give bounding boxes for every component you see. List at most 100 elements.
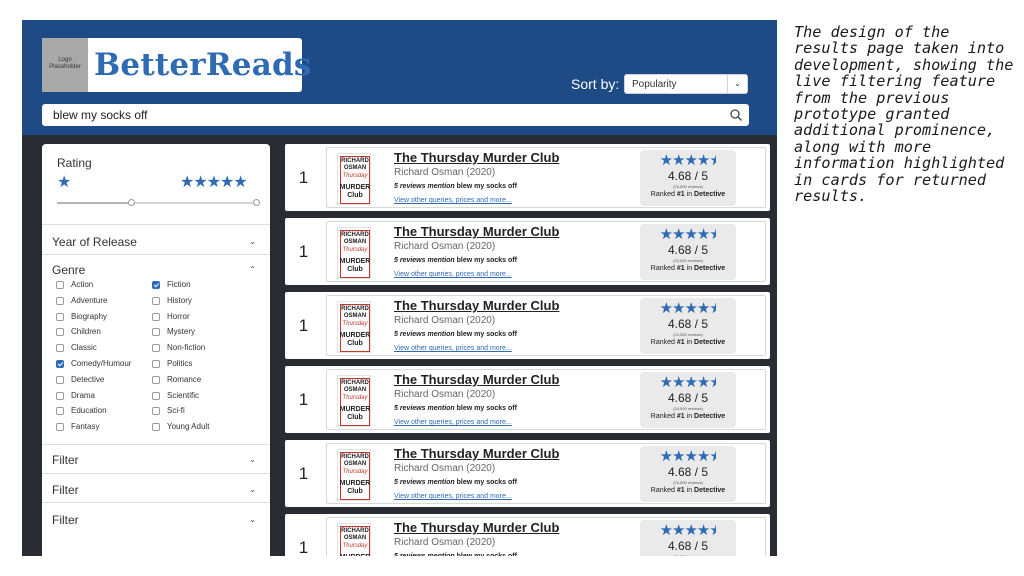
checkbox[interactable]	[56, 359, 64, 368]
section-filter[interactable]: Filter	[52, 453, 79, 467]
result-card[interactable]: 1 RICHARD OSMAN Thursday MURDER Club The Thu…	[285, 218, 770, 285]
view-more-link[interactable]: View other queries, prices and more...	[394, 493, 512, 500]
review-mention: 5 reviews mention blew my socks off	[394, 405, 517, 412]
genre-list-left: Action Adventure Biography Children Classic C…	[56, 280, 131, 438]
genre-checkbox-item[interactable]: Detective	[56, 375, 131, 391]
view-more-link[interactable]: View other queries, prices and more...	[394, 271, 512, 278]
rank-prefix: Ranked	[650, 413, 675, 420]
checkbox[interactable]	[152, 296, 160, 305]
genre-label: Politics	[167, 358, 193, 368]
section-filter[interactable]: Filter	[52, 513, 79, 527]
genre-checkbox-item[interactable]: Romance	[152, 375, 209, 391]
genre-checkbox-item[interactable]: Children	[56, 327, 131, 343]
genre-label: Scientific	[167, 390, 200, 400]
checkbox[interactable]	[152, 391, 160, 400]
section-genre[interactable]: Genre	[52, 263, 85, 277]
checkbox[interactable]	[152, 344, 160, 353]
genre-checkbox-item[interactable]: Comedy/Humour	[56, 359, 131, 375]
book-title-link[interactable]: The Thursday Murder Club	[394, 520, 559, 535]
genre-checkbox-item[interactable]: Politics	[152, 359, 209, 375]
cover-title-text: MURDER Club	[339, 480, 371, 495]
view-more-link[interactable]: View other queries, prices and more...	[394, 345, 512, 352]
result-card[interactable]: 1 RICHARD OSMAN Thursday MURDER Club The Thu…	[285, 292, 770, 359]
checkbox[interactable]	[56, 328, 64, 337]
result-card[interactable]: 1 RICHARD OSMAN Thursday MURDER Club The Thu…	[285, 514, 770, 556]
rank-category: Ranked #1 in Detective	[640, 339, 736, 346]
checkbox[interactable]	[152, 359, 160, 368]
book-title-link[interactable]: The Thursday Murder Club	[394, 224, 559, 239]
checkbox[interactable]	[56, 281, 64, 289]
chevron-up-icon[interactable]: ⌃	[249, 265, 256, 274]
checkbox[interactable]	[56, 391, 64, 400]
book-title-link[interactable]: The Thursday Murder Club	[394, 446, 559, 461]
sort-select[interactable]: Popularity ⌄	[624, 74, 748, 94]
checkbox[interactable]	[152, 281, 160, 289]
book-cover-image[interactable]: RICHARD OSMAN Thursday MURDER Club	[337, 153, 371, 205]
checkbox[interactable]	[56, 423, 64, 432]
result-card-body[interactable]: RICHARD OSMAN Thursday MURDER Club The Thur…	[326, 221, 766, 282]
rank-category-name: Detective	[694, 191, 726, 198]
checkbox[interactable]	[152, 423, 160, 432]
rating-panel: ★★★★★4.68 / 5(24,500 reviews) Ranked #1 i…	[640, 150, 736, 206]
chevron-down-icon[interactable]: ⌄	[727, 75, 747, 93]
genre-checkbox-item[interactable]: Non-fiction	[152, 343, 209, 359]
logo[interactable]: Logo Placeholder BetterReads	[42, 38, 311, 92]
checkbox[interactable]	[56, 375, 64, 384]
book-cover-image[interactable]: RICHARD OSMAN Thursday MURDER Club	[337, 375, 371, 427]
book-cover-image[interactable]: RICHARD OSMAN Thursday MURDER Club	[337, 523, 371, 556]
genre-checkbox-item[interactable]: Fantasy	[56, 422, 131, 438]
genre-checkbox-item[interactable]: Drama	[56, 391, 131, 407]
rating-slider[interactable]	[57, 199, 260, 206]
checkbox[interactable]	[152, 328, 160, 337]
genre-checkbox-item[interactable]: History	[152, 296, 209, 312]
result-card-body[interactable]: RICHARD OSMAN Thursday MURDER Club The Thur…	[326, 517, 766, 556]
chevron-down-icon[interactable]: ⌄	[249, 455, 256, 464]
genre-checkbox-item[interactable]: Classic	[56, 343, 131, 359]
section-filter[interactable]: Filter	[52, 483, 79, 497]
genre-checkbox-item[interactable]: Scientific	[152, 391, 209, 407]
genre-checkbox-item[interactable]: Action	[56, 280, 131, 296]
rating-slider-max-handle[interactable]	[253, 199, 260, 206]
checkbox[interactable]	[56, 344, 64, 353]
result-card[interactable]: 1 RICHARD OSMAN Thursday MURDER Club The Thu…	[285, 144, 770, 211]
genre-checkbox-item[interactable]: Fiction	[152, 280, 209, 296]
book-cover-image[interactable]: RICHARD OSMAN Thursday MURDER Club	[337, 301, 371, 353]
cover-title-script: Thursday	[342, 469, 368, 475]
checkbox[interactable]	[56, 296, 64, 305]
chevron-down-icon[interactable]: ⌄	[249, 237, 256, 246]
rank-number: #1	[676, 339, 685, 346]
checkbox[interactable]	[152, 407, 160, 416]
book-title-link[interactable]: The Thursday Murder Club	[394, 372, 559, 387]
result-rank: 1	[298, 538, 309, 556]
result-card[interactable]: 1 RICHARD OSMAN Thursday MURDER Club The Thu…	[285, 440, 770, 507]
section-year-of-release[interactable]: Year of Release	[52, 235, 137, 249]
search-icon[interactable]	[729, 108, 743, 122]
book-cover-image[interactable]: RICHARD OSMAN Thursday MURDER Club	[337, 227, 371, 279]
result-card-body[interactable]: RICHARD OSMAN Thursday MURDER Club The Thur…	[326, 443, 766, 504]
result-card[interactable]: 1 RICHARD OSMAN Thursday MURDER Club The Thu…	[285, 366, 770, 433]
genre-checkbox-item[interactable]: Adventure	[56, 296, 131, 312]
genre-checkbox-item[interactable]: Horror	[152, 312, 209, 328]
book-title-link[interactable]: The Thursday Murder Club	[394, 150, 559, 165]
genre-checkbox-item[interactable]: Biography	[56, 312, 131, 328]
book-cover-image[interactable]: RICHARD OSMAN Thursday MURDER Club	[337, 449, 371, 501]
genre-checkbox-item[interactable]: Sci-fi	[152, 406, 209, 422]
checkbox[interactable]	[56, 407, 64, 416]
rating-slider-min-handle[interactable]	[128, 199, 135, 206]
genre-checkbox-item[interactable]: Education	[56, 406, 131, 422]
genre-label: Classic	[71, 343, 97, 353]
result-card-body[interactable]: RICHARD OSMAN Thursday MURDER Club The Thur…	[326, 369, 766, 430]
search-input[interactable]	[42, 104, 722, 126]
checkbox[interactable]	[56, 312, 64, 321]
chevron-down-icon[interactable]: ⌄	[249, 515, 256, 524]
checkbox[interactable]	[152, 312, 160, 321]
view-more-link[interactable]: View other queries, prices and more...	[394, 197, 512, 204]
genre-checkbox-item[interactable]: Mystery	[152, 327, 209, 343]
genre-checkbox-item[interactable]: Young Adult	[152, 422, 209, 438]
result-card-body[interactable]: RICHARD OSMAN Thursday MURDER Club The Thur…	[326, 147, 766, 208]
chevron-down-icon[interactable]: ⌄	[249, 485, 256, 494]
book-title-link[interactable]: The Thursday Murder Club	[394, 298, 559, 313]
result-card-body[interactable]: RICHARD OSMAN Thursday MURDER Club The Thur…	[326, 295, 766, 356]
checkbox[interactable]	[152, 375, 160, 384]
view-more-link[interactable]: View other queries, prices and more...	[394, 419, 512, 426]
